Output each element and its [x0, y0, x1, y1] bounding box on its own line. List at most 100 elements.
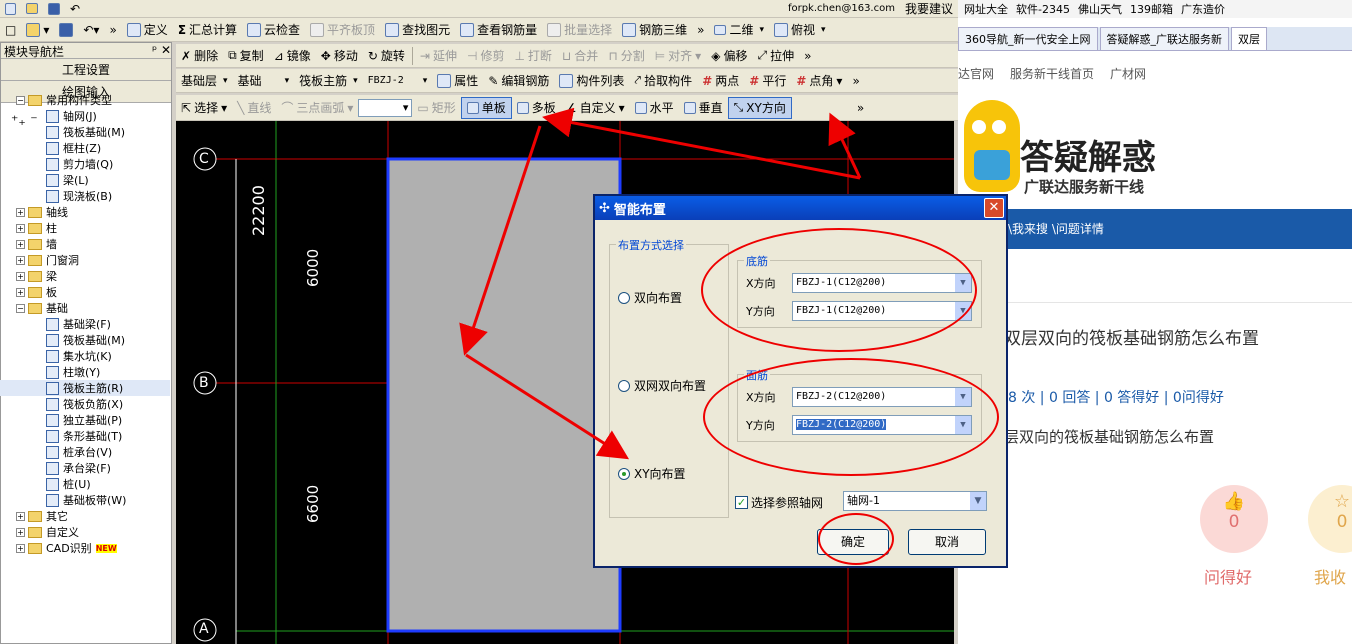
breadcrumb[interactable]: \我来搜 \问题详情 — [958, 209, 1352, 249]
pick-component-button[interactable]: ⤤ 拾取构件 — [629, 70, 697, 92]
tree-foundation-item[interactable]: 独立基础(P) — [0, 412, 170, 428]
view-mode-select[interactable]: 二维 ▾ — [709, 19, 769, 41]
new-icon[interactable] — [0, 0, 21, 17]
tree-foundation-item[interactable]: 筏板基础(M) — [0, 332, 170, 348]
bookmark-link[interactable]: 软件-2345 — [1016, 1, 1070, 17]
site-link[interactable]: 达官网 — [958, 65, 994, 82]
tree-common-types[interactable]: − 常用构件类型 — [0, 92, 170, 108]
split-button[interactable]: ⊓ 分割 — [603, 45, 649, 67]
tree-foundation-item[interactable]: 筏板负筋(X) — [0, 396, 170, 412]
view-dir-select[interactable]: 俯视 ▾ — [769, 19, 831, 41]
tree-folder[interactable]: + 墙 — [0, 236, 170, 252]
ref-grid-select[interactable]: 轴网-1 ▼ — [843, 491, 987, 511]
expand-icon[interactable]: + — [16, 527, 25, 537]
delete-button[interactable]: ✗ 删除 — [176, 45, 223, 67]
expand-icon[interactable]: + — [16, 207, 25, 217]
type-select[interactable]: 筏板主筋 ▾ — [294, 70, 363, 92]
radio-bidirectional[interactable]: 双向布置 — [618, 289, 682, 306]
define-button[interactable]: 定义 — [122, 19, 173, 41]
tree-folder[interactable]: + 自定义 — [0, 524, 170, 540]
browser-tab[interactable]: 360导航_新一代安全上网 — [958, 27, 1098, 50]
select-button[interactable]: ⇱ 选择 ▾ — [176, 97, 232, 119]
horizontal-button[interactable]: 水平 — [630, 97, 679, 119]
arc-button[interactable]: ⌒ 三点画弧 ▾ — [276, 97, 358, 119]
component-select[interactable]: FBZJ-2 ▾ — [363, 70, 433, 92]
draw-option-select[interactable]: ▾ — [358, 98, 413, 117]
component-list-button[interactable]: 构件列表 — [554, 70, 629, 92]
expand-icon[interactable]: + — [16, 255, 25, 265]
line-button[interactable]: ╲ 直线 — [232, 97, 276, 119]
save-button[interactable] — [54, 19, 78, 41]
stretch-button[interactable]: ⤢ 拉伸 — [752, 45, 799, 67]
tree-foundation-item[interactable]: 桩(U) — [0, 476, 170, 492]
tree-common-item[interactable]: 框柱(Z) — [0, 140, 170, 156]
tree-common-item[interactable]: 筏板基础(M) — [0, 124, 170, 140]
expand-icon[interactable]: + — [16, 223, 25, 233]
expand-icon[interactable]: + — [16, 511, 25, 521]
bookmark-link[interactable]: 广东造价 — [1181, 1, 1225, 17]
point-angle-button[interactable]: # 点角 ▾ — [791, 70, 847, 92]
cloud-check-button[interactable]: 云检查 — [242, 19, 305, 41]
mirror-button[interactable]: ⊿ 镜像 — [269, 45, 316, 67]
expand-icon[interactable]: + — [16, 239, 25, 249]
rebar-3d-button[interactable]: 钢筋三维 — [617, 19, 692, 41]
move-button[interactable]: ✥ 移动 — [316, 45, 363, 67]
tree-foundation-item[interactable]: 条形基础(T) — [0, 428, 170, 444]
tree-folder[interactable]: + 梁 — [0, 268, 170, 284]
site-link[interactable]: 服务新干线首页 — [1010, 65, 1094, 82]
tree-foundation-item[interactable]: 基础板带(W) — [0, 492, 170, 508]
browser-tab[interactable]: 答疑解惑_广联达服务新 — [1099, 27, 1229, 50]
tree-foundation-item[interactable]: 集水坑(K) — [0, 348, 170, 364]
single-board-button[interactable]: 单板 — [460, 96, 512, 119]
tree-common-item[interactable]: 梁(L) — [0, 172, 170, 188]
raft-slab[interactable] — [386, 157, 622, 633]
tree-common-item[interactable]: 剪力墙(Q) — [0, 156, 170, 172]
cancel-button[interactable]: 取消 — [908, 529, 986, 555]
edit-rebar-button[interactable]: ✎ 编辑钢筋 — [483, 70, 554, 92]
tree-folder[interactable]: + 轴线 — [0, 204, 170, 220]
open-file-button[interactable]: ▾ — [21, 19, 54, 41]
vertical-button[interactable]: 垂直 — [679, 97, 728, 119]
trim-button[interactable]: ⊣ 修剪 — [462, 45, 509, 67]
tree-common-item[interactable]: 现浇板(B) — [0, 188, 170, 204]
break-button[interactable]: ⊥ 打断 — [509, 45, 556, 67]
offset-button[interactable]: ◈ 偏移 — [706, 45, 752, 67]
dialog-close-button[interactable]: ✕ — [984, 198, 1004, 218]
tree-foundation-item[interactable]: 桩承台(V) — [0, 444, 170, 460]
suggest-link[interactable]: 我要建议 — [900, 0, 958, 17]
custom-button[interactable]: ∠ 自定义 ▾ — [561, 97, 630, 119]
favorite-button[interactable]: ☆ 0 — [1308, 485, 1352, 553]
extend-button[interactable]: ⇥ 延伸 — [415, 45, 462, 67]
parallel-button[interactable]: # 平行 — [744, 70, 791, 92]
tree-folder[interactable]: + 其它 — [0, 508, 170, 524]
align-button[interactable]: ⊨ 对齐 ▾ — [650, 45, 707, 67]
save-icon[interactable] — [43, 0, 65, 17]
tree-foundation-item[interactable]: 柱墩(Y) — [0, 364, 170, 380]
layer-select[interactable]: 基础层 ▾ — [176, 70, 233, 92]
tree-folder[interactable]: + CAD识别 NEW — [0, 540, 170, 556]
merge-button[interactable]: ⊔ 合并 — [557, 45, 603, 67]
undo-button[interactable]: ↶▾ — [78, 19, 104, 41]
copy-button[interactable]: ⧉ 复制 — [223, 45, 269, 67]
multi-board-button[interactable]: 多板 — [512, 97, 561, 119]
tree-foundation-item[interactable]: 承台梁(F) — [0, 460, 170, 476]
radio-double-net[interactable]: 双网双向布置 — [618, 377, 706, 394]
bookmark-link[interactable]: 佛山天气 — [1078, 1, 1122, 17]
tree-foundation[interactable]: − 基础 — [0, 300, 170, 316]
tree-foundation-item[interactable]: 基础梁(F) — [0, 316, 170, 332]
xy-direction-button[interactable]: ⤡ XY方向 — [727, 96, 792, 119]
tree-folder[interactable]: + 板 — [0, 284, 170, 300]
tree-folder[interactable]: + 门窗洞 — [0, 252, 170, 268]
find-button[interactable]: 查找图元 — [380, 19, 455, 41]
bookmark-link[interactable]: 139邮箱 — [1130, 1, 1173, 17]
rect-button[interactable]: ▭ 矩形 — [412, 97, 460, 119]
project-settings-button[interactable]: 工程设置 — [1, 59, 171, 81]
good-question-button[interactable]: 👍 0 — [1200, 485, 1268, 553]
expand-icon[interactable]: + — [16, 271, 25, 281]
site-link[interactable]: 广材网 — [1110, 65, 1146, 82]
category-select[interactable]: 基础 ▾ — [233, 70, 295, 92]
tree-foundation-item[interactable]: 筏板主筋(R) — [0, 380, 170, 396]
view-rebar-button[interactable]: 查看钢筋量 — [455, 19, 542, 41]
new-file-button[interactable]: □ — [0, 19, 21, 41]
open-icon[interactable] — [21, 0, 43, 17]
